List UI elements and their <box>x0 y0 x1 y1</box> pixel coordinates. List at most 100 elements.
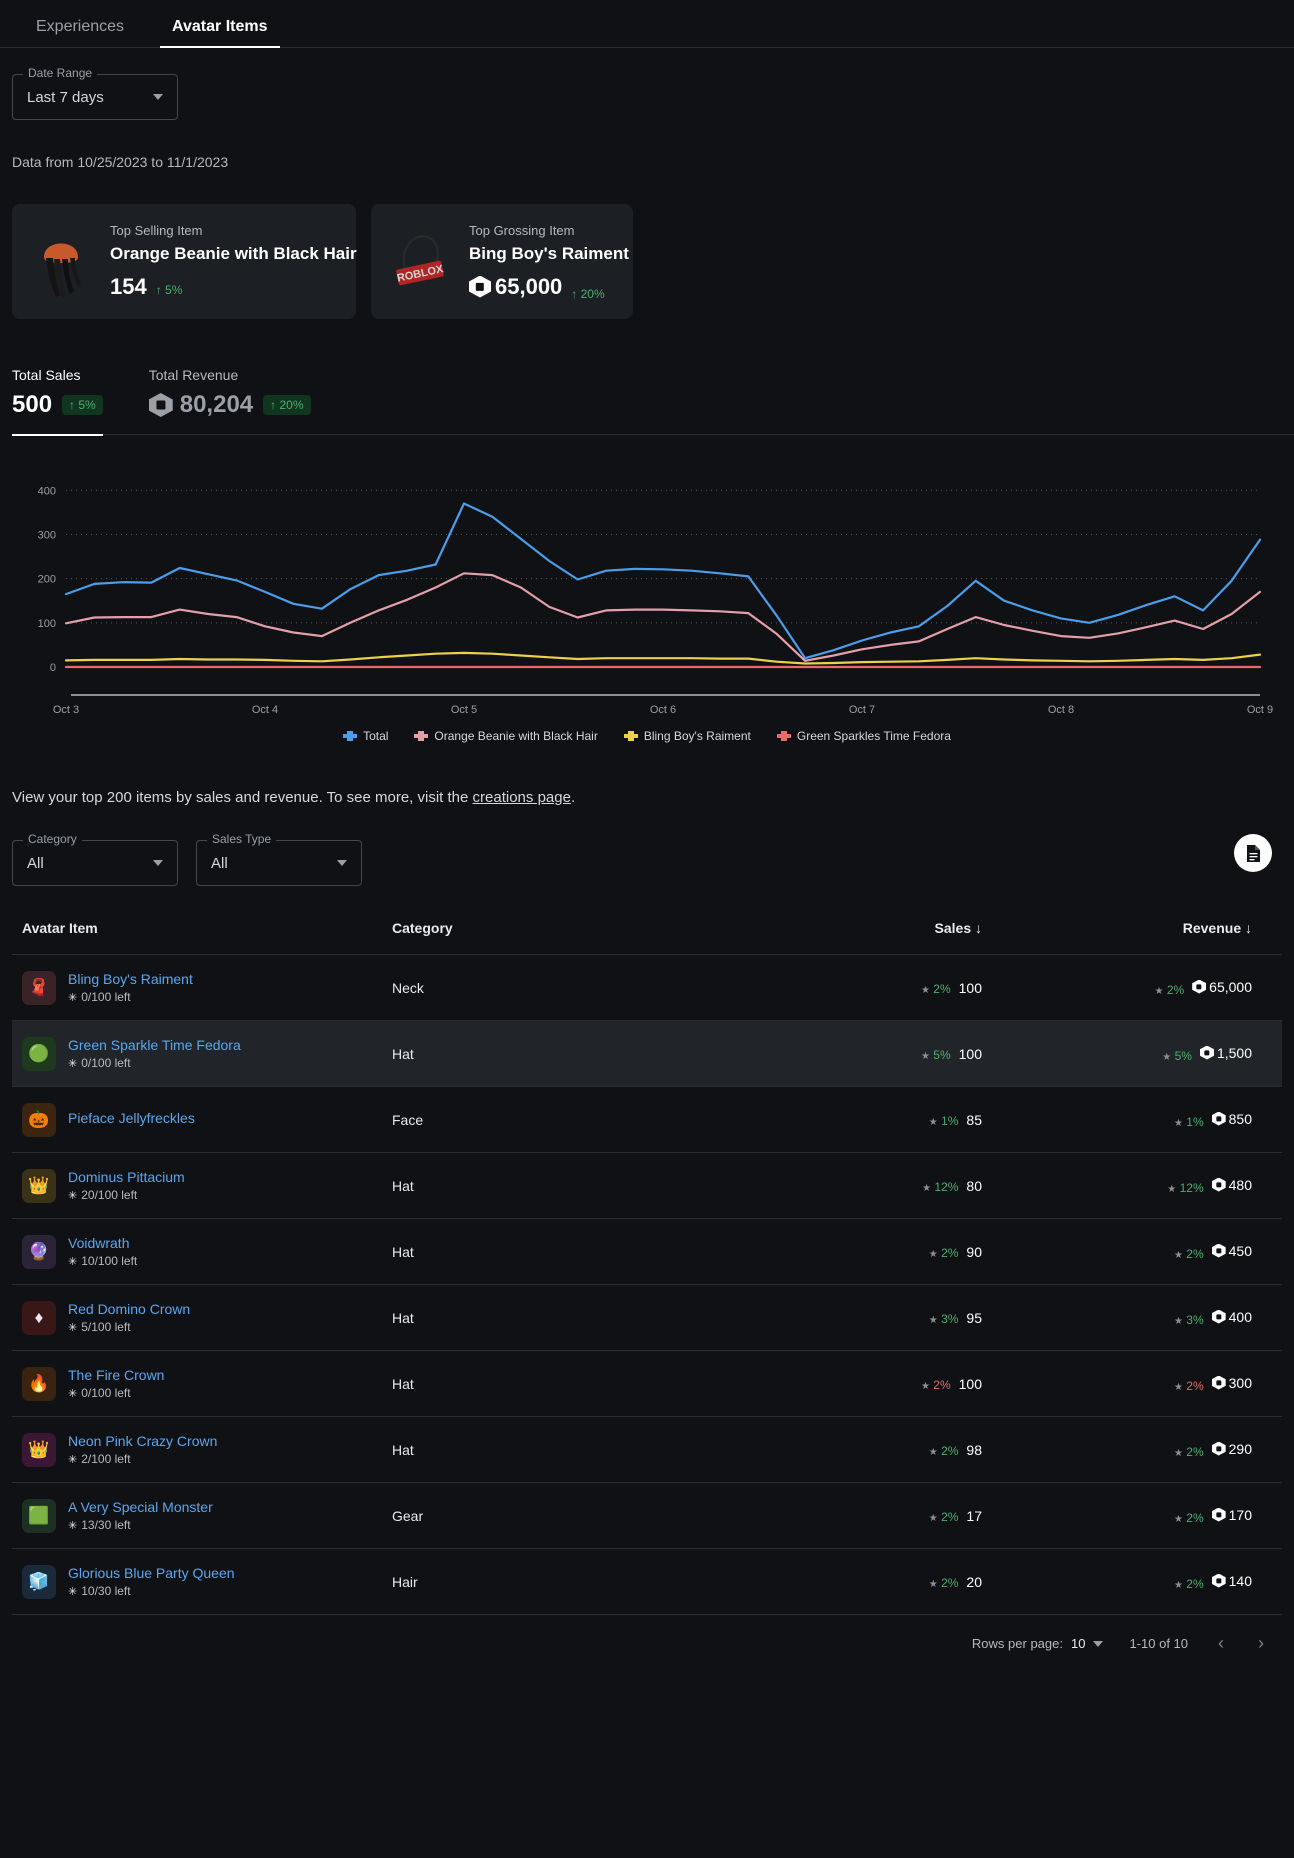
table-row[interactable]: 🔥The Fire Crown✳0/100 leftHat★ 2%100★ 2%… <box>12 1351 1282 1417</box>
star-icon: ★ <box>1174 1118 1183 1129</box>
item-name-link[interactable]: Dominus Pittacium <box>68 1169 185 1185</box>
item-stock-value: 20/100 left <box>81 1188 137 1202</box>
previous-page-button[interactable]: ‹ <box>1214 1633 1228 1654</box>
item-name-link[interactable]: Red Domino Crown <box>68 1301 190 1317</box>
table-row[interactable]: 🟩A Very Special Monster✳13/30 leftGear★ … <box>12 1483 1282 1549</box>
bing-boys-raiment-thumbnail: ROBLOX <box>389 225 451 299</box>
top-selling-item-delta: ↑ 5% <box>156 283 183 297</box>
item-thumbnail: 🎃 <box>22 1103 56 1137</box>
item-stock-value: 13/30 left <box>81 1518 130 1532</box>
cell-revenue: ★ 2%450 <box>1062 1219 1282 1285</box>
cell-revenue: ★ 1%850 <box>1062 1087 1282 1153</box>
limited-sparkle-icon: ✳ <box>68 1057 77 1070</box>
cell-sales: ★ 2%100 <box>832 955 1062 1021</box>
sales-value: 90 <box>966 1244 982 1260</box>
item-name-link[interactable]: Green Sparkle Time Fedora <box>68 1037 241 1053</box>
metric-tab-total-sales[interactable]: Total Sales 500 ↑ 5% <box>12 367 149 435</box>
chevron-down-icon <box>337 860 347 866</box>
rows-per-page-select[interactable]: Rows per page: 10 <box>972 1636 1104 1651</box>
table-row[interactable]: 🧣Bling Boy's Raiment✳0/100 leftNeck★ 2%1… <box>12 955 1282 1021</box>
revenue-value: 1,500 <box>1200 1045 1252 1061</box>
cell-avatar-item: 🎃 Pieface Jellyfreckles <box>12 1087 392 1153</box>
revenue-change-pct: ★ 2% <box>1174 1445 1204 1459</box>
revenue-change-pct: ★ 2% <box>1174 1379 1204 1393</box>
robux-icon <box>1212 1508 1226 1522</box>
cell-sales: ★ 3%95 <box>832 1285 1062 1351</box>
chart-svg: 0100200300400Oct 3Oct 4Oct 5Oct 6Oct 7Oc… <box>20 465 1274 715</box>
limited-sparkle-icon: ✳ <box>68 1585 77 1598</box>
avatar-items-table: Avatar Item Category Sales ↓ Revenue ↓ 🧣… <box>12 920 1282 1615</box>
sales-change-pct: ★ 2% <box>921 982 951 996</box>
active-metric-underline <box>12 434 103 436</box>
limited-sparkle-icon: ✳ <box>68 1189 77 1202</box>
legend-item-orange-beanie-with-black-hair[interactable]: Orange Beanie with Black Hair <box>414 729 597 743</box>
header-avatar-item[interactable]: Avatar Item <box>12 920 392 955</box>
star-icon: ★ <box>1155 986 1164 997</box>
cell-sales: ★ 2%20 <box>832 1549 1062 1615</box>
date-range-label: Date Range <box>23 67 97 79</box>
sales-type-select[interactable]: Sales Type All <box>196 840 362 886</box>
cell-avatar-item: 🟩A Very Special Monster✳13/30 left <box>12 1483 392 1549</box>
star-icon: ★ <box>929 1447 938 1458</box>
tab-avatar-items[interactable]: Avatar Items <box>148 19 291 47</box>
tab-experiences[interactable]: Experiences <box>12 19 148 47</box>
cell-avatar-item: 🟢Green Sparkle Time Fedora✳0/100 left <box>12 1021 392 1087</box>
item-name-link[interactable]: Bling Boy's Raiment <box>68 971 193 987</box>
total-revenue-label: Total Revenue <box>149 367 311 383</box>
table-row[interactable]: 🟢Green Sparkle Time Fedora✳0/100 leftHat… <box>12 1021 1282 1087</box>
sales-change-pct: ★ 1% <box>929 1114 959 1128</box>
table-row[interactable]: 👑Neon Pink Crazy Crown✳2/100 leftHat★ 2%… <box>12 1417 1282 1483</box>
cell-revenue: ★ 2%300 <box>1062 1351 1282 1417</box>
metric-tab-total-revenue[interactable]: Total Revenue 80,204 ↑ 20% <box>149 367 357 435</box>
star-icon: ★ <box>1174 1250 1183 1261</box>
header-revenue[interactable]: Revenue ↓ <box>1062 920 1282 955</box>
export-button[interactable] <box>1234 834 1272 872</box>
date-range-section: Date Range Last 7 days <box>0 48 1294 120</box>
robux-icon <box>469 276 491 298</box>
item-name-link[interactable]: Voidwrath <box>68 1235 137 1251</box>
revenue-change-pct: ★ 2% <box>1174 1511 1204 1525</box>
legend-item-total[interactable]: Total <box>343 729 388 743</box>
orange-beanie-with-black-hair-thumbnail <box>30 225 92 299</box>
item-stock-value: 5/100 left <box>81 1320 130 1334</box>
top-grossing-item-delta: ↑ 20% <box>571 287 604 301</box>
table-row[interactable]: 👑Dominus Pittacium✳20/100 leftHat★ 12%80… <box>12 1153 1282 1219</box>
legend-item-bling-boy-s-raiment[interactable]: Bling Boy's Raiment <box>624 729 751 743</box>
chevron-down-icon <box>153 94 163 100</box>
category-select[interactable]: Category All <box>12 840 178 886</box>
limited-sparkle-icon: ✳ <box>68 1321 77 1334</box>
limited-sparkle-icon: ✳ <box>68 1255 77 1268</box>
category-value: All <box>27 855 153 872</box>
header-sales[interactable]: Sales ↓ <box>832 920 1062 955</box>
top-selling-item-card[interactable]: Top Selling Item Orange Beanie with Blac… <box>12 204 356 319</box>
legend-swatch <box>414 734 428 738</box>
top-grossing-item-card[interactable]: ROBLOX Top Grossing Item Bing Boy's Raim… <box>371 204 633 319</box>
date-range-select[interactable]: Date Range Last 7 days <box>12 74 178 120</box>
sales-value: 95 <box>966 1310 982 1326</box>
item-name-link[interactable]: The Fire Crown <box>68 1367 164 1383</box>
table-row[interactable]: 🎃Pieface JellyfrecklesFace★ 1%85★ 1%850 <box>12 1087 1282 1153</box>
svg-text:200: 200 <box>38 574 56 586</box>
header-category[interactable]: Category <box>392 920 832 955</box>
star-icon: ★ <box>921 985 930 996</box>
item-thumbnail: 🧊 <box>22 1565 56 1599</box>
cell-avatar-item: 🧣Bling Boy's Raiment✳0/100 left <box>12 955 392 1021</box>
creations-page-link[interactable]: creations page <box>473 789 571 806</box>
item-stock-value: 0/100 left <box>81 1386 130 1400</box>
next-page-button[interactable]: › <box>1254 1633 1268 1654</box>
item-name-link[interactable]: Glorious Blue Party Queen <box>68 1565 235 1581</box>
revenue-change-pct: ★ 5% <box>1162 1049 1192 1063</box>
item-name-link[interactable]: Neon Pink Crazy Crown <box>68 1433 217 1449</box>
item-name-link[interactable]: Pieface Jellyfreckles <box>68 1110 195 1126</box>
legend-label: Bling Boy's Raiment <box>644 729 751 743</box>
table-row[interactable]: ♦Red Domino Crown✳5/100 leftHat★ 3%95★ 3… <box>12 1285 1282 1351</box>
robux-icon <box>149 393 173 417</box>
item-name-link[interactable]: A Very Special Monster <box>68 1499 213 1515</box>
item-stock: ✳ 20/100 left <box>68 1188 185 1202</box>
legend-item-green-sparkles-time-fedora[interactable]: Green Sparkles Time Fedora <box>777 729 951 743</box>
item-thumbnail: 🔥 <box>22 1367 56 1401</box>
data-range-info: Data from 10/25/2023 to 11/1/2023 <box>12 154 1294 170</box>
table-row[interactable]: 🔮Voidwrath✳10/100 leftHat★ 2%90★ 2%450 <box>12 1219 1282 1285</box>
top-grossing-item-value: 65,000 <box>469 274 562 300</box>
table-row[interactable]: 🧊Glorious Blue Party Queen✳10/30 leftHai… <box>12 1549 1282 1615</box>
